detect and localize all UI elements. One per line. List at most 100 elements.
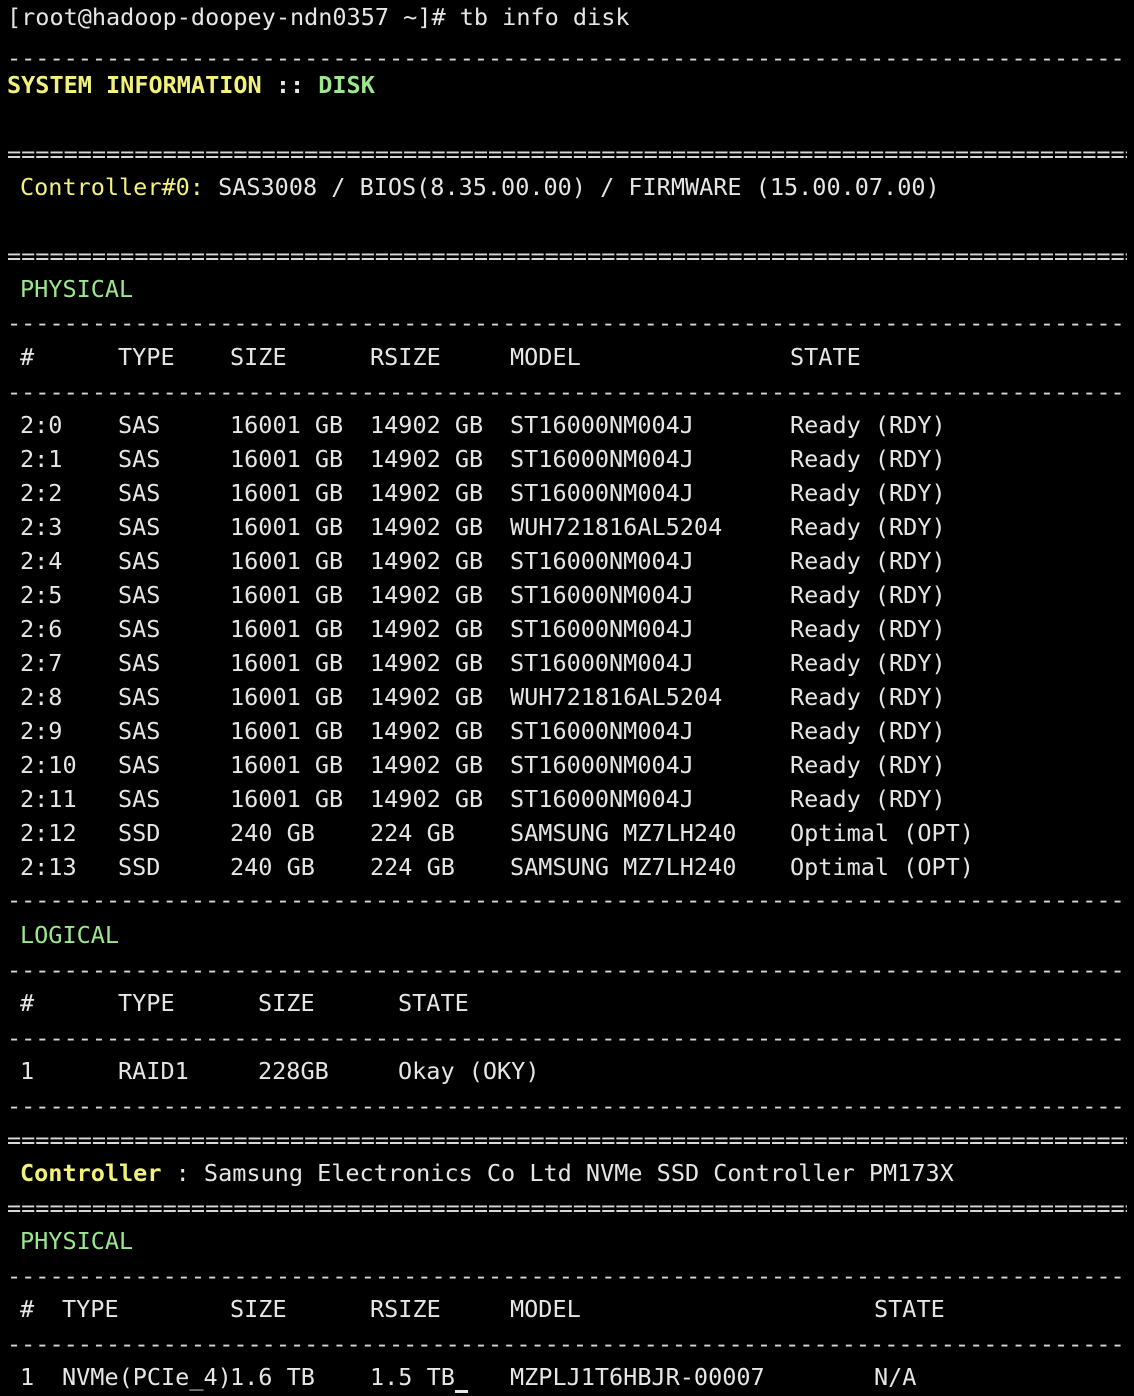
table-cell: Ready (RDY)	[790, 751, 946, 779]
table-cell: RAID1	[118, 1057, 189, 1085]
terminal-cursor	[455, 1390, 468, 1393]
table-cell: 240 GB	[230, 819, 315, 847]
table-cell: Ready (RDY)	[790, 513, 946, 541]
table-cell: WUH721816AL5204	[510, 683, 723, 711]
column-header: TYPE	[118, 989, 175, 1017]
table-cell: 16001 GB	[230, 785, 344, 813]
table-cell: 14902 GB	[370, 479, 484, 507]
table-cell: 1.5 TB	[370, 1363, 455, 1391]
table-cell: 16001 GB	[230, 479, 344, 507]
system-info-heading: SYSTEM INFORMATION :: DISK	[7, 71, 375, 99]
table-cell: ST16000NM004J	[510, 751, 694, 779]
table-cell: 16001 GB	[230, 547, 344, 575]
double-rule: ========================================…	[7, 140, 1127, 168]
logical-heading: LOGICAL	[20, 921, 120, 949]
table-cell: 2:5	[20, 581, 63, 609]
table-cell: WUH721816AL5204	[510, 513, 723, 541]
table-cell: 14902 GB	[370, 513, 484, 541]
table-cell: ST16000NM004J	[510, 411, 694, 439]
table-cell: 2:10	[20, 751, 77, 779]
table-cell: Ready (RDY)	[790, 649, 946, 677]
column-header: SIZE	[230, 343, 287, 371]
table-cell: Ready (RDY)	[790, 445, 946, 473]
table-cell: 16001 GB	[230, 683, 344, 711]
column-header: #	[20, 989, 35, 1017]
column-header: RSIZE	[370, 1295, 441, 1323]
column-header: RSIZE	[370, 343, 441, 371]
table-cell: Optimal (OPT)	[790, 853, 974, 881]
table-cell: Ready (RDY)	[790, 683, 946, 711]
dash-rule: ----------------------------------------…	[7, 309, 1127, 337]
table-cell: 2:3	[20, 513, 63, 541]
table-cell: ST16000NM004J	[510, 785, 694, 813]
table-cell: Ready (RDY)	[790, 479, 946, 507]
table-cell: 228GB	[258, 1057, 329, 1085]
table-cell: SSD	[118, 819, 161, 847]
table-cell: SAS	[118, 751, 161, 779]
table-cell: 16001 GB	[230, 445, 344, 473]
double-rule: ========================================…	[7, 1126, 1127, 1154]
table-cell: 14902 GB	[370, 615, 484, 643]
table-cell: 2:1	[20, 445, 63, 473]
nvme-physical-heading: PHYSICAL	[20, 1227, 134, 1255]
table-cell: Ready (RDY)	[790, 785, 946, 813]
table-cell: Okay (OKY)	[398, 1057, 540, 1085]
table-cell: ST16000NM004J	[510, 547, 694, 575]
controller-1-info: : Samsung Electronics Co Ltd NVMe SSD Co…	[161, 1159, 954, 1187]
table-cell: 2:7	[20, 649, 63, 677]
table-cell: ST16000NM004J	[510, 445, 694, 473]
table-cell: 14902 GB	[370, 717, 484, 745]
table-cell: ST16000NM004J	[510, 649, 694, 677]
header-separator: ::	[261, 71, 319, 99]
table-cell: SAS	[118, 411, 161, 439]
table-cell: 16001 GB	[230, 411, 344, 439]
table-cell: 224 GB	[370, 853, 455, 881]
table-cell: SAS	[118, 547, 161, 575]
dash-rule: ----------------------------------------…	[7, 1262, 1127, 1290]
table-cell: SAS	[118, 615, 161, 643]
column-header: SIZE	[258, 989, 315, 1017]
table-cell: 14902 GB	[370, 683, 484, 711]
table-cell: 14902 GB	[370, 445, 484, 473]
table-cell: 2:0	[20, 411, 63, 439]
column-header: #	[20, 1295, 35, 1323]
table-cell: 2:8	[20, 683, 63, 711]
table-cell: Ready (RDY)	[790, 581, 946, 609]
double-rule: ========================================…	[7, 242, 1127, 270]
table-cell: SAS	[118, 479, 161, 507]
table-cell: 14902 GB	[370, 581, 484, 609]
column-header: #	[20, 343, 35, 371]
table-cell: 2:13	[20, 853, 77, 881]
table-cell: SAMSUNG MZ7LH240	[510, 819, 737, 847]
controller-0-label: Controller#0:	[20, 173, 204, 201]
table-cell: 14902 GB	[370, 751, 484, 779]
column-header: MODEL	[510, 1295, 581, 1323]
dash-rule: ----------------------------------------…	[7, 956, 1127, 984]
table-cell: SAS	[118, 581, 161, 609]
table-cell: N/A	[874, 1363, 917, 1391]
dash-rule: ----------------------------------------…	[7, 378, 1127, 406]
table-cell: NVMe(PCIe_4)	[62, 1363, 232, 1391]
column-header: SIZE	[230, 1295, 287, 1323]
table-cell: 1.6 TB	[230, 1363, 315, 1391]
table-cell: MZPLJ1T6HBJR-00007	[510, 1363, 765, 1391]
dash-rule: ----------------------------------------…	[7, 44, 1127, 72]
table-cell: 14902 GB	[370, 411, 484, 439]
table-cell: SAS	[118, 683, 161, 711]
system-info-title: SYSTEM INFORMATION	[7, 71, 262, 99]
table-cell: SAS	[118, 785, 161, 813]
table-cell: 16001 GB	[230, 615, 344, 643]
table-cell: 14902 GB	[370, 547, 484, 575]
table-cell: 16001 GB	[230, 649, 344, 677]
table-cell: 16001 GB	[230, 581, 344, 609]
table-cell: ST16000NM004J	[510, 479, 694, 507]
terminal-window[interactable]: { "prompt": "[root@hadoop-doopey-ndn0357…	[0, 0, 1134, 1396]
dash-rule: ----------------------------------------…	[7, 1024, 1127, 1052]
table-cell: 2:9	[20, 717, 63, 745]
controller-1-line: Controller : Samsung Electronics Co Ltd …	[20, 1159, 954, 1187]
table-cell: 2:2	[20, 479, 63, 507]
table-cell: Ready (RDY)	[790, 547, 946, 575]
table-cell: SSD	[118, 853, 161, 881]
table-cell: SAS	[118, 445, 161, 473]
table-cell: 224 GB	[370, 819, 455, 847]
